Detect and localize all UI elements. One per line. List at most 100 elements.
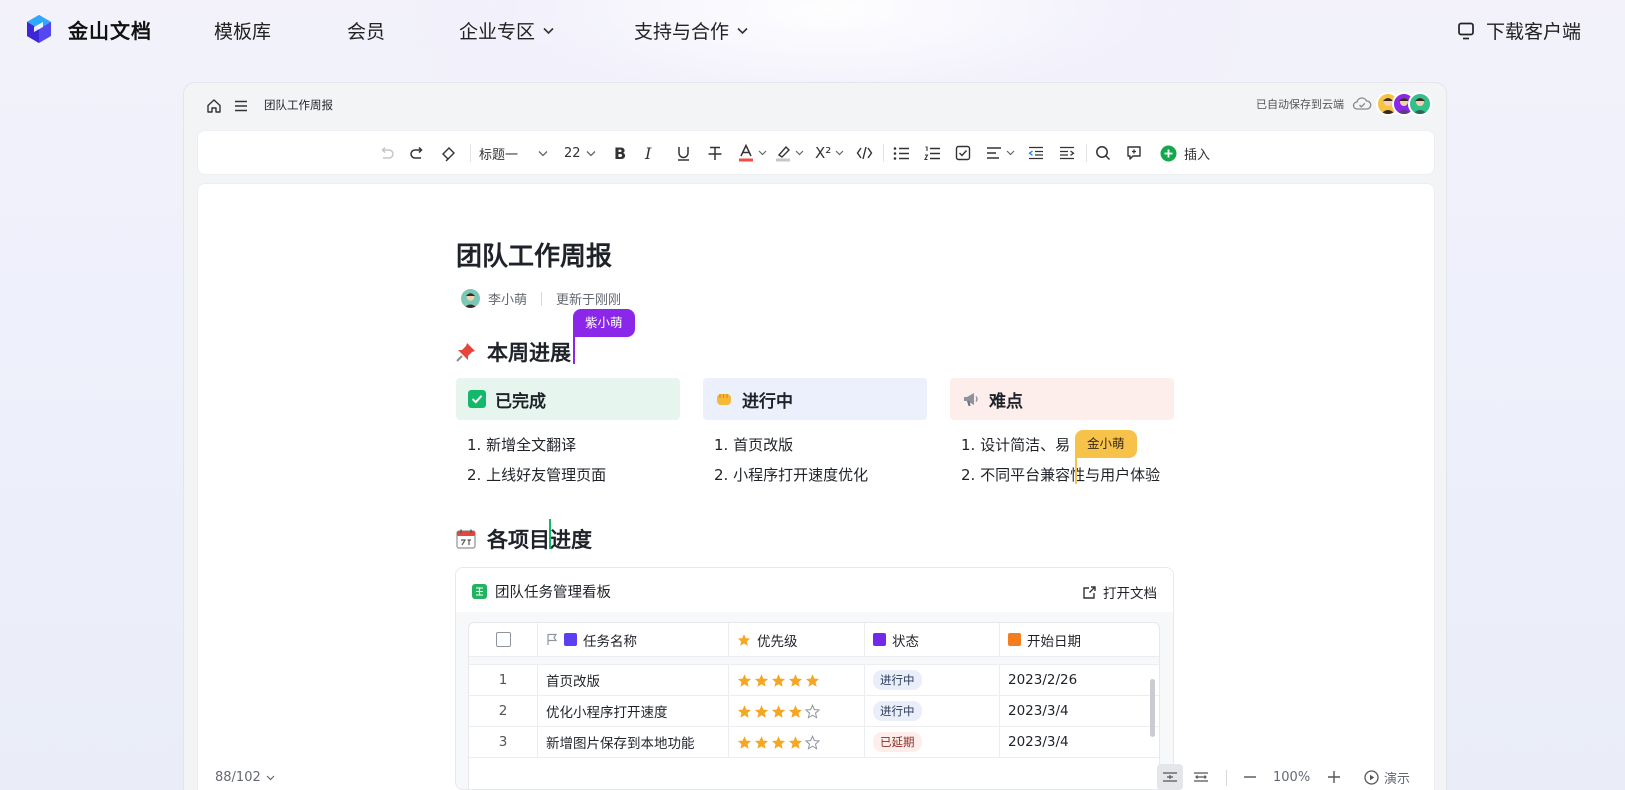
- table-row[interactable]: 1 首页改版 进行中 2023/2/26: [469, 665, 1159, 696]
- full-width-button[interactable]: [1193, 764, 1209, 790]
- star-filled-icon[interactable]: [771, 704, 786, 719]
- task-list-button[interactable]: [955, 143, 971, 163]
- pushpin-icon: [456, 343, 475, 362]
- star-filled-icon[interactable]: [788, 735, 803, 750]
- status-cell[interactable]: 进行中: [865, 665, 1000, 695]
- author-name[interactable]: 李小萌: [488, 289, 527, 308]
- inline-code-button[interactable]: [856, 143, 873, 163]
- avatar[interactable]: [1408, 92, 1432, 116]
- list-item[interactable]: 1. 设计简洁、易: [961, 434, 1070, 455]
- format-painter-button[interactable]: [440, 143, 457, 163]
- numbered-list-button[interactable]: [924, 143, 941, 163]
- open-document-button[interactable]: 打开文档: [1082, 582, 1157, 602]
- section-heading-projects[interactable]: 各项目进度: [455, 524, 592, 554]
- table-row[interactable]: 2 优化小程序打开速度 进行中 2023/3/4: [469, 696, 1159, 727]
- nav-templates[interactable]: 模板库: [214, 17, 271, 44]
- highlight-button[interactable]: [775, 143, 804, 163]
- task-name-cell[interactable]: 新增图片保存到本地功能: [538, 727, 729, 757]
- task-name-cell[interactable]: 优化小程序打开速度: [538, 696, 729, 726]
- table-scrollbar[interactable]: [1150, 679, 1155, 737]
- table-row[interactable]: 3 新增图片保存到本地功能 已延期 2023/3/4: [469, 727, 1159, 758]
- heading-style-select[interactable]: 标题一: [479, 143, 548, 163]
- embedded-sheet-title[interactable]: 团队任务管理看板: [472, 581, 611, 602]
- star-filled-icon[interactable]: [771, 673, 786, 688]
- menu-icon[interactable]: [234, 99, 248, 113]
- font-size-select[interactable]: 22: [564, 143, 596, 163]
- search-button[interactable]: [1095, 143, 1111, 163]
- underline-button[interactable]: [676, 143, 691, 163]
- indent-button[interactable]: [1059, 143, 1075, 163]
- download-client-button[interactable]: 下载客户端: [1456, 17, 1581, 44]
- star-filled-icon[interactable]: [737, 704, 752, 719]
- card-inprogress-header[interactable]: 进行中: [703, 378, 927, 420]
- priority-cell[interactable]: [729, 696, 865, 726]
- nav-membership[interactable]: 会员: [347, 17, 385, 44]
- star-filled-icon[interactable]: [754, 704, 769, 719]
- collaborator-avatars[interactable]: [1376, 92, 1432, 116]
- outdent-button[interactable]: [1028, 143, 1044, 163]
- status-cell[interactable]: 已延期: [865, 727, 1000, 757]
- star-filled-icon[interactable]: [737, 735, 752, 750]
- star-filled-icon[interactable]: [805, 673, 820, 688]
- present-button[interactable]: 演示: [1364, 764, 1410, 790]
- column-header-task[interactable]: 任务名称: [538, 623, 729, 656]
- card-done-header[interactable]: 已完成: [456, 378, 680, 420]
- star-filled-icon[interactable]: [737, 673, 752, 688]
- bold-button[interactable]: B: [614, 143, 626, 163]
- brand[interactable]: 金山文档: [26, 14, 152, 44]
- document-name[interactable]: 团队工作周报: [264, 97, 333, 113]
- undo-button[interactable]: [378, 143, 395, 163]
- star-filled-icon[interactable]: [754, 735, 769, 750]
- star-empty-icon[interactable]: [805, 703, 820, 719]
- embedded-sheet-card[interactable]: 团队任务管理看板 打开文档 任务名称 优先级 状态 开始日期 1 首页改版 进行…: [455, 567, 1174, 790]
- italic-button[interactable]: I: [645, 143, 651, 163]
- zoom-in-button[interactable]: [1327, 764, 1341, 790]
- priority-stars[interactable]: [737, 673, 822, 688]
- chevron-down-icon: [835, 150, 844, 156]
- list-item[interactable]: 1. 首页改版: [714, 434, 793, 455]
- star-filled-icon[interactable]: [771, 735, 786, 750]
- star-filled-icon[interactable]: [754, 673, 769, 688]
- home-icon[interactable]: [206, 98, 222, 114]
- priority-cell[interactable]: [729, 727, 865, 757]
- priority-stars[interactable]: [737, 734, 822, 750]
- column-header-date[interactable]: 开始日期: [1000, 623, 1161, 656]
- superscript-button[interactable]: X²: [815, 143, 844, 163]
- page-view-button[interactable]: [1157, 764, 1183, 790]
- list-item[interactable]: 2. 上线好友管理页面: [467, 464, 606, 485]
- list-item[interactable]: 1. 新增全文翻译: [467, 434, 576, 455]
- font-color-button[interactable]: [738, 143, 767, 163]
- star-empty-icon[interactable]: [805, 734, 820, 750]
- nav-support[interactable]: 支持与合作: [634, 17, 748, 44]
- author-avatar[interactable]: [461, 289, 480, 308]
- list-item[interactable]: 2. 不同平台兼容性与用户体验: [961, 464, 1160, 485]
- priority-cell[interactable]: [729, 665, 865, 695]
- nav-enterprise[interactable]: 企业专区: [459, 17, 554, 44]
- select-all-checkbox[interactable]: [495, 632, 511, 647]
- start-date-cell[interactable]: 2023/3/4: [1000, 696, 1161, 726]
- redo-button[interactable]: [409, 143, 426, 163]
- priority-stars[interactable]: [737, 703, 822, 719]
- card-difficulty-header[interactable]: 难点: [950, 378, 1174, 420]
- bullet-list-button[interactable]: [893, 143, 910, 163]
- list-item[interactable]: 2. 小程序打开速度优化: [714, 464, 868, 485]
- section-heading-progress[interactable]: 本周进展: [455, 337, 571, 367]
- zoom-level[interactable]: 100%: [1273, 764, 1310, 790]
- font-color-icon: [739, 144, 753, 162]
- outdent-icon: [1028, 146, 1043, 160]
- column-header-priority[interactable]: 优先级: [729, 623, 865, 656]
- strikethrough-button[interactable]: [707, 143, 723, 163]
- align-button[interactable]: [986, 143, 1015, 163]
- star-filled-icon[interactable]: [788, 673, 803, 688]
- zoom-out-button[interactable]: [1243, 764, 1257, 790]
- document-title[interactable]: 团队工作周报: [456, 236, 612, 273]
- star-filled-icon[interactable]: [788, 704, 803, 719]
- start-date-cell[interactable]: 2023/2/26: [1000, 665, 1161, 695]
- task-name-cell[interactable]: 首页改版: [538, 665, 729, 695]
- start-date-cell[interactable]: 2023/3/4: [1000, 727, 1161, 757]
- word-count[interactable]: 88/102: [215, 770, 275, 785]
- insert-button[interactable]: 插入: [1160, 143, 1210, 163]
- comment-button[interactable]: [1126, 143, 1142, 163]
- column-header-status[interactable]: 状态: [865, 623, 1000, 656]
- status-cell[interactable]: 进行中: [865, 696, 1000, 726]
